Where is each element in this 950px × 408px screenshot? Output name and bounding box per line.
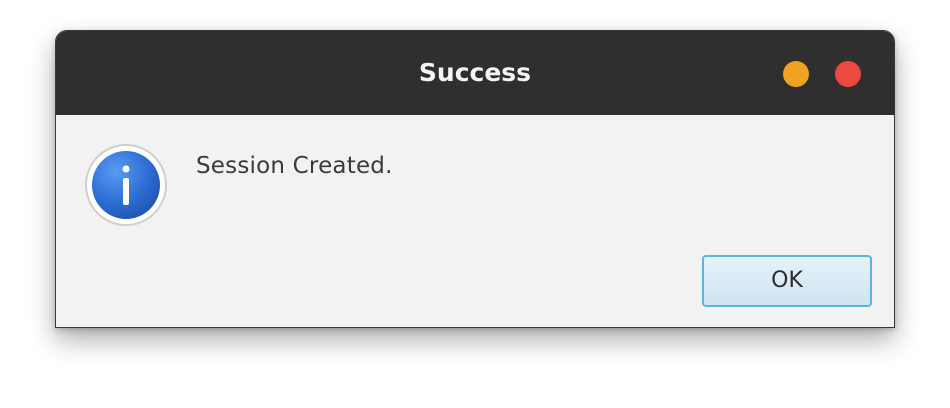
dialog-title: Success bbox=[418, 58, 532, 87]
ok-button[interactable]: OK bbox=[702, 255, 872, 307]
dialog-titlebar[interactable]: Success bbox=[56, 31, 894, 115]
info-icon bbox=[85, 144, 167, 226]
minimize-button[interactable] bbox=[783, 61, 809, 87]
success-dialog: Success Session Created. OK bbox=[55, 30, 895, 328]
dialog-content: Session Created. OK bbox=[56, 115, 894, 327]
dialog-message: Session Created. bbox=[196, 153, 393, 179]
close-button[interactable] bbox=[835, 61, 861, 87]
